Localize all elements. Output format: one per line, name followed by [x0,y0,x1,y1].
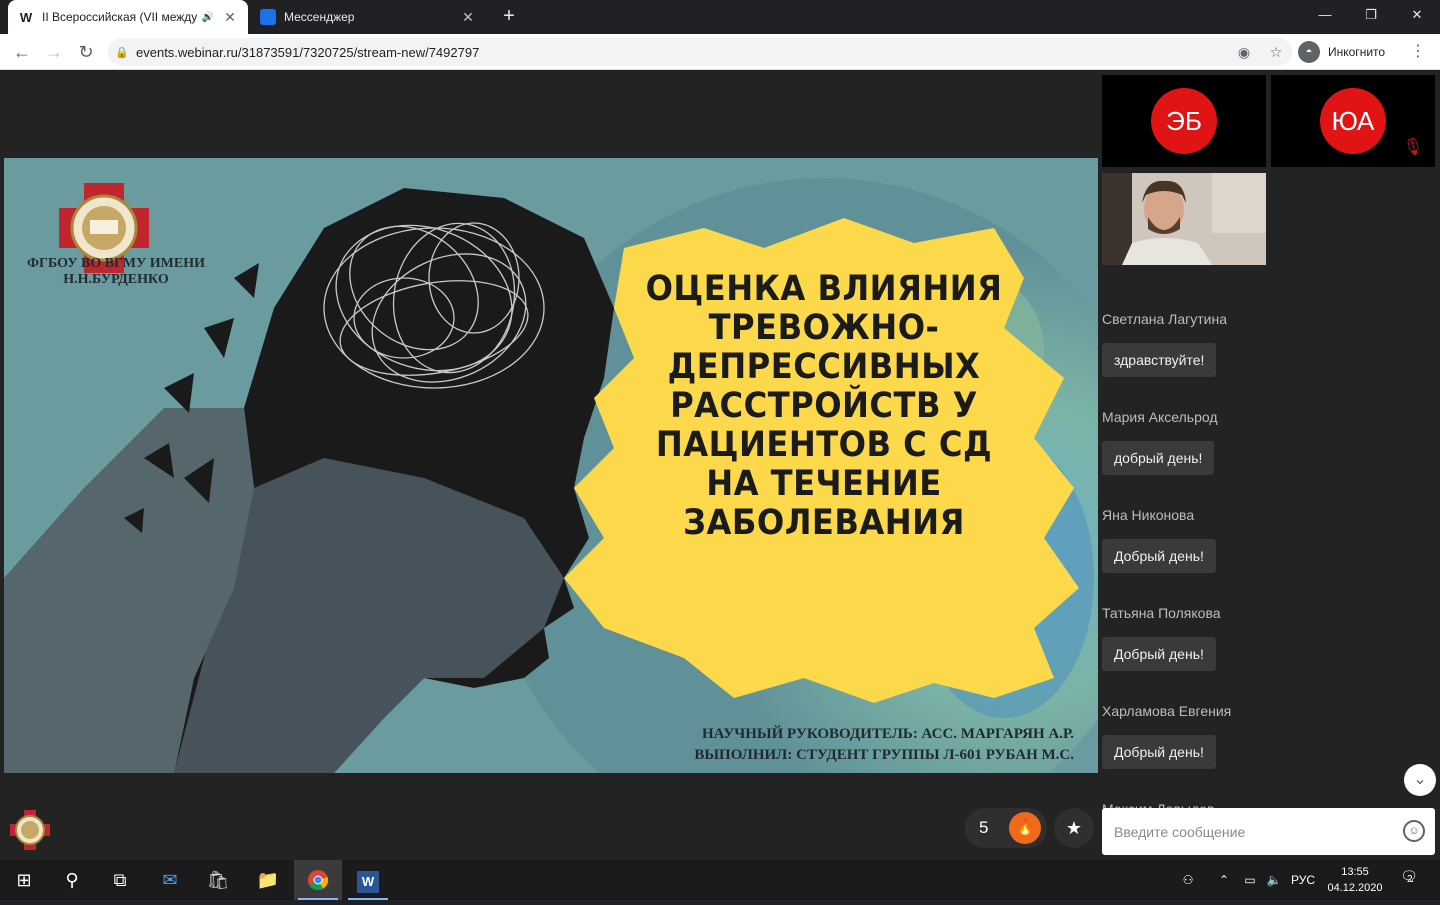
chat-message: Добрый день! [1102,735,1216,769]
close-tab-icon[interactable]: ✕ [460,9,476,26]
reload-icon[interactable]: ↻ [72,38,100,66]
file-explorer-icon[interactable]: 📁 [244,860,292,900]
tab-messenger[interactable]: Мессенджер ✕ [250,0,486,34]
webcam-feed [1102,173,1266,265]
chrome-icon[interactable] [294,860,342,900]
message-input[interactable] [1114,808,1384,855]
tab-conference[interactable]: W II Всероссийская (VII между 🔊 ✕ [8,0,248,34]
forward-icon[interactable]: → [40,38,68,66]
participant-avatar: ЮА [1320,88,1386,154]
minimize-button[interactable]: — [1302,0,1348,30]
organization-logo [10,810,50,850]
system-clock[interactable]: 13:55 04.12.2020 [1320,864,1390,896]
chat-message: Добрый день! [1102,637,1216,671]
emoji-icon[interactable]: ☺ [1403,820,1425,842]
chat-author: Харламова Евгения [1102,703,1232,719]
speaker-icon[interactable]: 🔊 [202,12,214,23]
organization-name: ФГБОУ ВО ВГМУ ИМЕНИ Н.Н.БУРДЕНКО [27,256,205,287]
chat-message: Добрый день! [1102,539,1216,573]
url-text[interactable]: events.webinar.ru/31873591/7320725/strea… [136,45,1228,60]
author-line: ВЫПОЛНИЛ: СТУДЕНТ ГРУППЫ Л-601 РУБАН М.С… [694,747,1074,763]
tab-title: Мессенджер [284,10,355,24]
presentation-slide: ФГБОУ ВО ВГМУ ИМЕНИ Н.Н.БУРДЕНКО ОЦЕНКА … [4,158,1098,773]
tab-title: II Всероссийская (VII между [42,10,198,24]
language-indicator[interactable]: РУС [1288,860,1318,900]
supervisor-line: НАУЧНЫЙ РУКОВОДИТЕЛЬ: АСС. МАРГАРЯН А.Р. [702,726,1074,742]
chat-author: Яна Никонова [1102,507,1195,523]
volume-icon[interactable]: 🔈 [1262,860,1286,900]
slide-title: ОЦЕНКА ВЛИЯНИЯ ТРЕВОЖНО-ДЕПРЕССИВНЫХ РАС… [645,269,1003,543]
chat-message: здравствуйте! [1102,343,1217,377]
browser-toolbar: ← → ↻ 🔒 events.webinar.ru/31873591/73207… [0,34,1440,70]
close-tab-icon[interactable]: ✕ [222,9,238,26]
tray-chevron-icon[interactable]: ⌃ [1212,860,1236,900]
network-icon[interactable]: ▭ [1238,860,1262,900]
incognito-label: Инкогнито [1328,45,1386,59]
store-icon[interactable]: 🛍 [194,860,242,900]
fire-icon[interactable]: 🔥 [1009,812,1041,844]
incognito-indicator[interactable]: ◓ Инкогнито [1298,40,1385,64]
participant-avatar: ЭБ [1151,88,1217,154]
tab-strip: W II Всероссийская (VII между 🔊 ✕ Мессен… [0,0,1440,34]
chat-author: Мария Аксельрод [1102,409,1218,425]
mic-muted-icon: 🎙 [1402,139,1423,156]
task-view-icon[interactable]: ⧉ [96,860,144,900]
star-icon[interactable]: ★ [1054,808,1094,848]
maximize-button[interactable]: ❐ [1348,0,1394,30]
search-icon[interactable]: ⚲ [48,860,96,900]
back-icon[interactable]: ← [8,38,36,66]
word-icon[interactable]: W [344,860,392,900]
notification-center-icon[interactable]: 🗨 2 [1396,868,1422,892]
speaker-video[interactable] [1102,173,1266,265]
lock-icon[interactable]: 🔒 [108,46,136,59]
slide-credits: НАУЧНЫЙ РУКОВОДИТЕЛЬ: АСС. МАРГАРЯН А.Р.… [564,724,1074,766]
chat-feed: Светлана Лагутина здравствуйте! Мария Ак… [1102,307,1440,821]
chat-input-box[interactable]: ☺ [1102,808,1435,855]
mail-icon[interactable]: ✉ [146,860,194,900]
webinar-room: ФГБОУ ВО ВГМУ ИМЕНИ Н.Н.БУРДЕНКО ОЦЕНКА … [0,71,1440,860]
chat-author: Татьяна Полякова [1102,605,1221,621]
new-tab-button[interactable]: + [498,6,520,28]
chat-message: добрый день! [1102,441,1215,475]
participant-tile[interactable]: ЭБ [1102,75,1266,167]
close-window-button[interactable]: ✕ [1394,0,1440,30]
people-icon[interactable]: ⚇ [1176,860,1200,900]
bookmark-star-icon[interactable]: ☆ [1260,44,1292,61]
reaction-counter[interactable]: 5 🔥 [965,808,1047,848]
scroll-down-icon[interactable]: ⌄ [1404,764,1436,796]
clock-date: 04.12.2020 [1327,882,1383,894]
participant-tile[interactable]: ЮА 🎙 [1271,75,1435,167]
reaction-count: 5 [979,818,989,837]
word-favicon-icon: W [19,9,33,25]
chat-author: Светлана Лагутина [1102,311,1228,327]
start-icon[interactable]: ⊞ [0,860,48,900]
messenger-icon [260,9,276,25]
address-bar[interactable]: 🔒 events.webinar.ru/31873591/7320725/str… [108,38,1292,66]
clock-time: 13:55 [1341,866,1369,878]
windows-taskbar: ⊞ ⚲ ⧉ ✉ 🛍 📁 W ⚇ ⌃ ▭ 🔈 РУС 13:55 04.12.20… [0,860,1440,900]
notification-count: 2 [1407,874,1413,885]
incognito-icon: ◓ [1298,41,1320,63]
browser-menu-icon[interactable]: ⋮ [1408,38,1428,66]
tracking-blocked-icon[interactable]: ◉ [1228,44,1260,61]
